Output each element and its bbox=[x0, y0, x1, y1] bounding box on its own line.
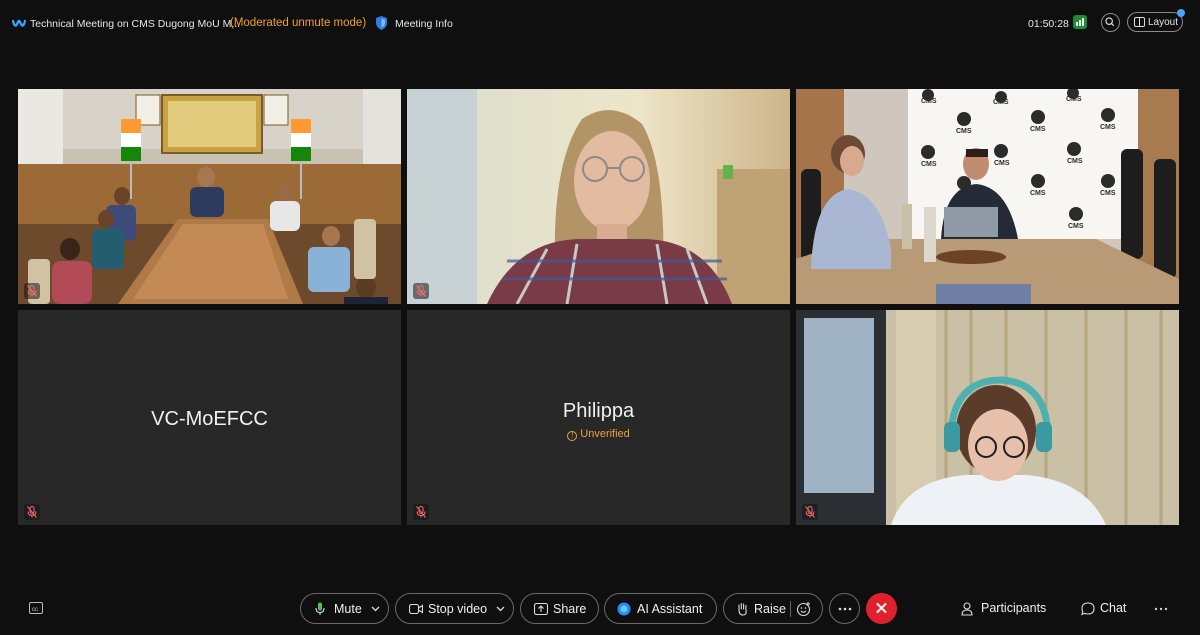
cms-backdrop-text: CMS bbox=[1030, 190, 1046, 197]
video-tile-room-cms[interactable]: CMS CMS CMS CMS CMS CMS CMS CMS CMS CMS … bbox=[796, 89, 1179, 304]
more-options-button[interactable] bbox=[829, 593, 860, 624]
meeting-info-button[interactable]: Meeting Info bbox=[395, 18, 453, 30]
participant-video bbox=[796, 310, 1179, 525]
mic-off-icon bbox=[805, 506, 815, 518]
cms-backdrop-text: CMS bbox=[956, 128, 972, 135]
mic-off-icon bbox=[416, 285, 426, 297]
chevron-down-icon[interactable] bbox=[371, 606, 380, 612]
webex-logo-icon bbox=[12, 19, 26, 27]
chevron-down-icon[interactable] bbox=[496, 606, 505, 612]
cms-backdrop-text: CMS bbox=[994, 160, 1010, 167]
hand-icon bbox=[738, 602, 747, 616]
conference-room-video bbox=[18, 89, 401, 304]
participant-name: Philippa bbox=[562, 400, 635, 422]
mic-off-indicator bbox=[24, 504, 40, 520]
ai-icon bbox=[617, 602, 631, 616]
cms-backdrop-text: CMS bbox=[1068, 223, 1084, 230]
video-tile-participant-2[interactable] bbox=[407, 89, 790, 304]
ai-assistant-button[interactable]: AI Assistant bbox=[604, 593, 717, 624]
raise-hand-button[interactable]: Raise bbox=[723, 593, 823, 624]
share-label: Share bbox=[553, 602, 587, 616]
meeting-timer: 01:50:28 bbox=[1028, 18, 1069, 30]
moderated-mode-label: (Moderated unmute mode) bbox=[230, 17, 367, 29]
cms-backdrop-text: CMS bbox=[1100, 124, 1116, 131]
cms-backdrop-text: CMS bbox=[921, 98, 937, 105]
divider bbox=[790, 601, 791, 617]
unverified-badge: ! Unverified bbox=[407, 428, 790, 441]
captions-icon[interactable]: cc bbox=[29, 602, 43, 614]
cms-room-video: CMS CMS CMS CMS CMS CMS CMS CMS CMS CMS … bbox=[796, 89, 1179, 304]
cms-backdrop-text: CMS bbox=[1067, 158, 1083, 165]
video-tile-room-india[interactable] bbox=[18, 89, 401, 304]
meeting-title[interactable]: Technical Meeting on CMS Dugong MoU M... bbox=[30, 18, 240, 30]
chat-icon bbox=[1081, 602, 1095, 616]
mic-off-indicator bbox=[413, 283, 429, 299]
video-tile-philippa[interactable]: Philippa ! Unverified bbox=[407, 310, 790, 525]
layout-label: Layout bbox=[1148, 17, 1179, 28]
stop-video-label: Stop video bbox=[428, 602, 488, 616]
signal-icon[interactable] bbox=[1073, 15, 1087, 29]
mute-label: Mute bbox=[334, 602, 362, 616]
participants-label: Participants bbox=[981, 601, 1047, 615]
video-tile-participant-6[interactable] bbox=[796, 310, 1179, 525]
stop-video-button[interactable]: Stop video bbox=[395, 593, 514, 624]
top-bar: Technical Meeting on CMS Dugong MoU M...… bbox=[0, 0, 1200, 48]
chat-label: Chat bbox=[1100, 601, 1127, 615]
layout-icon bbox=[1134, 17, 1145, 27]
mic-off-icon bbox=[27, 506, 37, 518]
layout-button[interactable]: Layout bbox=[1127, 9, 1185, 32]
chat-button[interactable]: Chat bbox=[1081, 601, 1127, 616]
video-icon bbox=[409, 604, 423, 614]
mute-button[interactable]: Mute bbox=[300, 593, 389, 624]
share-icon bbox=[534, 603, 548, 615]
cms-backdrop-text: CMS bbox=[1030, 126, 1046, 133]
mic-off-icon bbox=[27, 285, 37, 297]
svg-text:cc: cc bbox=[32, 607, 38, 613]
end-call-button[interactable] bbox=[866, 593, 897, 624]
raise-label: Raise bbox=[754, 602, 786, 616]
cms-backdrop-text: CMS bbox=[921, 161, 937, 168]
mic-icon bbox=[315, 602, 325, 615]
cms-backdrop-text: CMS bbox=[993, 99, 1009, 106]
mic-off-indicator bbox=[802, 504, 818, 520]
unverified-label: Unverified bbox=[580, 428, 630, 440]
participants-button[interactable]: Participants bbox=[961, 601, 1047, 616]
video-tile-vc-moefcc[interactable]: VC-MoEFCC bbox=[18, 310, 401, 525]
cms-backdrop-text: CMS bbox=[1100, 190, 1116, 197]
mic-off-indicator bbox=[413, 504, 429, 520]
more-icon bbox=[838, 607, 852, 611]
warning-icon: ! bbox=[567, 431, 578, 441]
participants-icon bbox=[961, 602, 973, 616]
overflow-menu-icon[interactable] bbox=[1154, 598, 1168, 614]
mic-off-indicator bbox=[24, 283, 40, 299]
mic-off-icon bbox=[416, 506, 426, 518]
share-button[interactable]: Share bbox=[520, 593, 599, 624]
shield-icon[interactable] bbox=[375, 15, 388, 31]
notification-dot bbox=[1177, 9, 1185, 17]
participant-name: VC-MoEFCC bbox=[151, 408, 268, 430]
reaction-icon[interactable] bbox=[796, 601, 812, 617]
participant-video bbox=[407, 89, 790, 304]
search-icon[interactable] bbox=[1101, 13, 1120, 32]
ai-assistant-label: AI Assistant bbox=[637, 602, 703, 616]
cms-backdrop-text: CMS bbox=[1066, 96, 1082, 103]
